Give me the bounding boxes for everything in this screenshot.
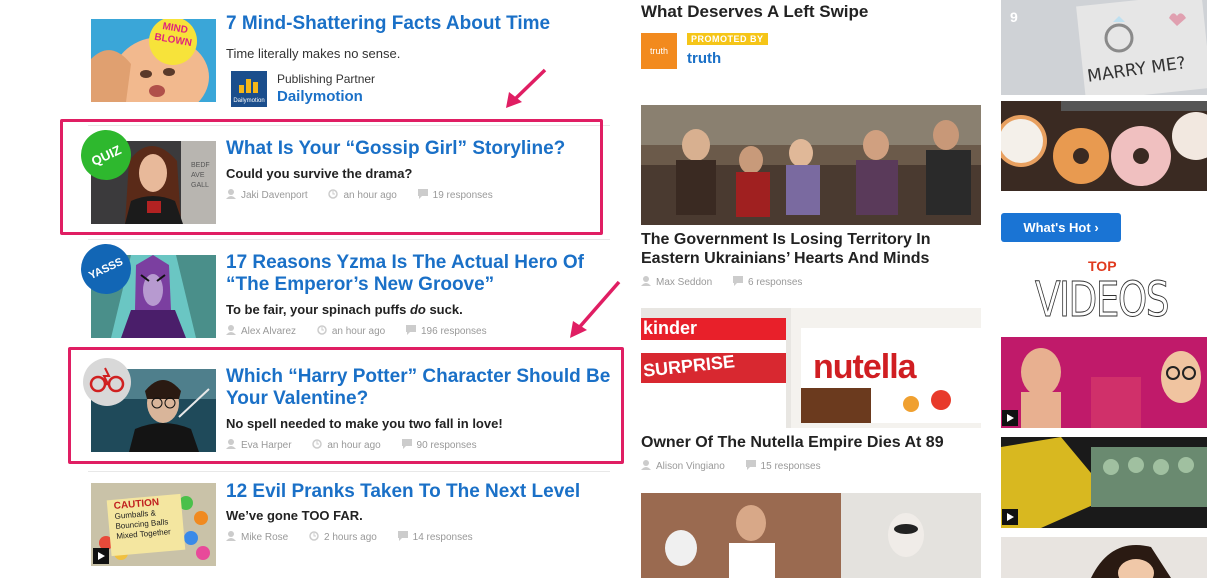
comment-icon — [405, 325, 416, 338]
post-time: 2 hours ago — [324, 532, 377, 543]
clock-icon — [309, 531, 319, 544]
story-title[interactable]: The Government Is Losing Territory In Ea… — [641, 230, 981, 268]
kinder-logo-text: kinder — [643, 318, 698, 338]
comment-icon — [732, 276, 743, 289]
feed-thumb-mind-blown[interactable]: MIND BLOWN — [91, 19, 216, 102]
play-icon[interactable] — [1002, 509, 1018, 525]
promo-story-title[interactable]: What Deserves A Left Swipe — [641, 2, 981, 21]
highlight-box-harry-potter — [68, 347, 624, 464]
caution-sign: CAUTION Gumballs & Bouncing Balls Mixed … — [113, 497, 172, 541]
feed-item-evil-pranks[interactable]: CAUTION Gumballs & Bouncing Balls Mixed … — [88, 470, 610, 578]
response-count[interactable]: 14 responses — [413, 532, 473, 543]
ukraine-story-image[interactable] — [641, 105, 981, 225]
feed-description: We’ve gone TOO FAR. — [226, 508, 363, 523]
annotation-arrow-1 — [506, 68, 547, 108]
top-videos-label: VIDEOS — [1035, 272, 1170, 329]
feed-item-yzma[interactable]: YASSS 17 Reasons Yzma Is The Actual Hero… — [72, 235, 611, 342]
feed-byline: Alex Alvarez an hour ago 196 responses — [226, 325, 487, 338]
partner-logo[interactable]: Dailymotion — [231, 71, 267, 107]
author-name[interactable]: Mike Rose — [241, 532, 288, 543]
comment-icon — [397, 531, 408, 544]
clock-icon — [317, 325, 327, 338]
feed-divider — [88, 239, 610, 240]
card-number: 9 — [1010, 9, 1018, 25]
video-thumb-1[interactable] — [1001, 337, 1207, 428]
comment-icon — [745, 460, 756, 473]
play-icon[interactable] — [93, 548, 109, 564]
highlight-box-gossip-girl — [60, 119, 603, 235]
feed-title[interactable]: 17 Reasons Yzma Is The Actual Hero Of “T… — [226, 252, 611, 296]
user-icon — [226, 325, 236, 338]
partner-name[interactable]: Dailymotion — [277, 88, 363, 105]
feed-thumb-pranks[interactable]: CAUTION Gumballs & Bouncing Balls Mixed … — [91, 483, 216, 566]
post-time: an hour ago — [331, 326, 386, 337]
nutella-story-image[interactable]: kinder SURPRISE nutella — [641, 308, 981, 428]
story-meta: Alison Vingiano 15 responses — [641, 460, 821, 473]
video-thumb-2[interactable] — [1001, 437, 1207, 528]
feed-title[interactable]: 12 Evil Pranks Taken To The Next Level — [226, 481, 611, 503]
author-name[interactable]: Max Seddon — [656, 277, 712, 288]
author-name[interactable]: Alison Vingiano — [656, 461, 725, 472]
feed-description: To be fair, your spinach puffs do suck. — [226, 302, 463, 317]
user-icon — [226, 531, 236, 544]
response-count[interactable]: 196 responses — [421, 326, 487, 337]
feed-byline: Mike Rose 2 hours ago 14 responses — [226, 531, 473, 544]
user-icon — [641, 460, 651, 473]
partner-logo-text: Dailymotion — [233, 98, 265, 104]
truth-logo[interactable]: truth — [641, 33, 677, 69]
play-icon[interactable] — [1002, 410, 1018, 426]
user-icon — [641, 276, 651, 289]
feed-description: Time literally makes no sense. — [226, 46, 401, 61]
feed-title[interactable]: 7 Mind-Shattering Facts About Time — [226, 13, 611, 35]
students-story-image[interactable] — [641, 493, 981, 578]
video-thumb-3[interactable] — [1001, 537, 1207, 578]
author-name[interactable]: Alex Alvarez — [241, 326, 296, 337]
marry-me-card[interactable]: 9 MARRY ME? — [1001, 0, 1207, 95]
story-meta: Max Seddon 6 responses — [641, 276, 802, 289]
promoter-name[interactable]: truth — [687, 50, 721, 67]
promoted-badge: PROMOTED BY — [687, 33, 768, 45]
nutella-logo-text: nutella — [813, 348, 917, 386]
response-count[interactable]: 6 responses — [748, 277, 802, 288]
response-count[interactable]: 15 responses — [761, 461, 821, 472]
partner-label: Publishing Partner — [277, 72, 376, 86]
annotation-arrow-2 — [570, 280, 621, 338]
donuts-card[interactable] — [1001, 101, 1207, 191]
story-title[interactable]: Owner Of The Nutella Empire Dies At 89 — [641, 433, 981, 452]
whats-hot-button[interactable]: What's Hot › — [1001, 213, 1121, 242]
